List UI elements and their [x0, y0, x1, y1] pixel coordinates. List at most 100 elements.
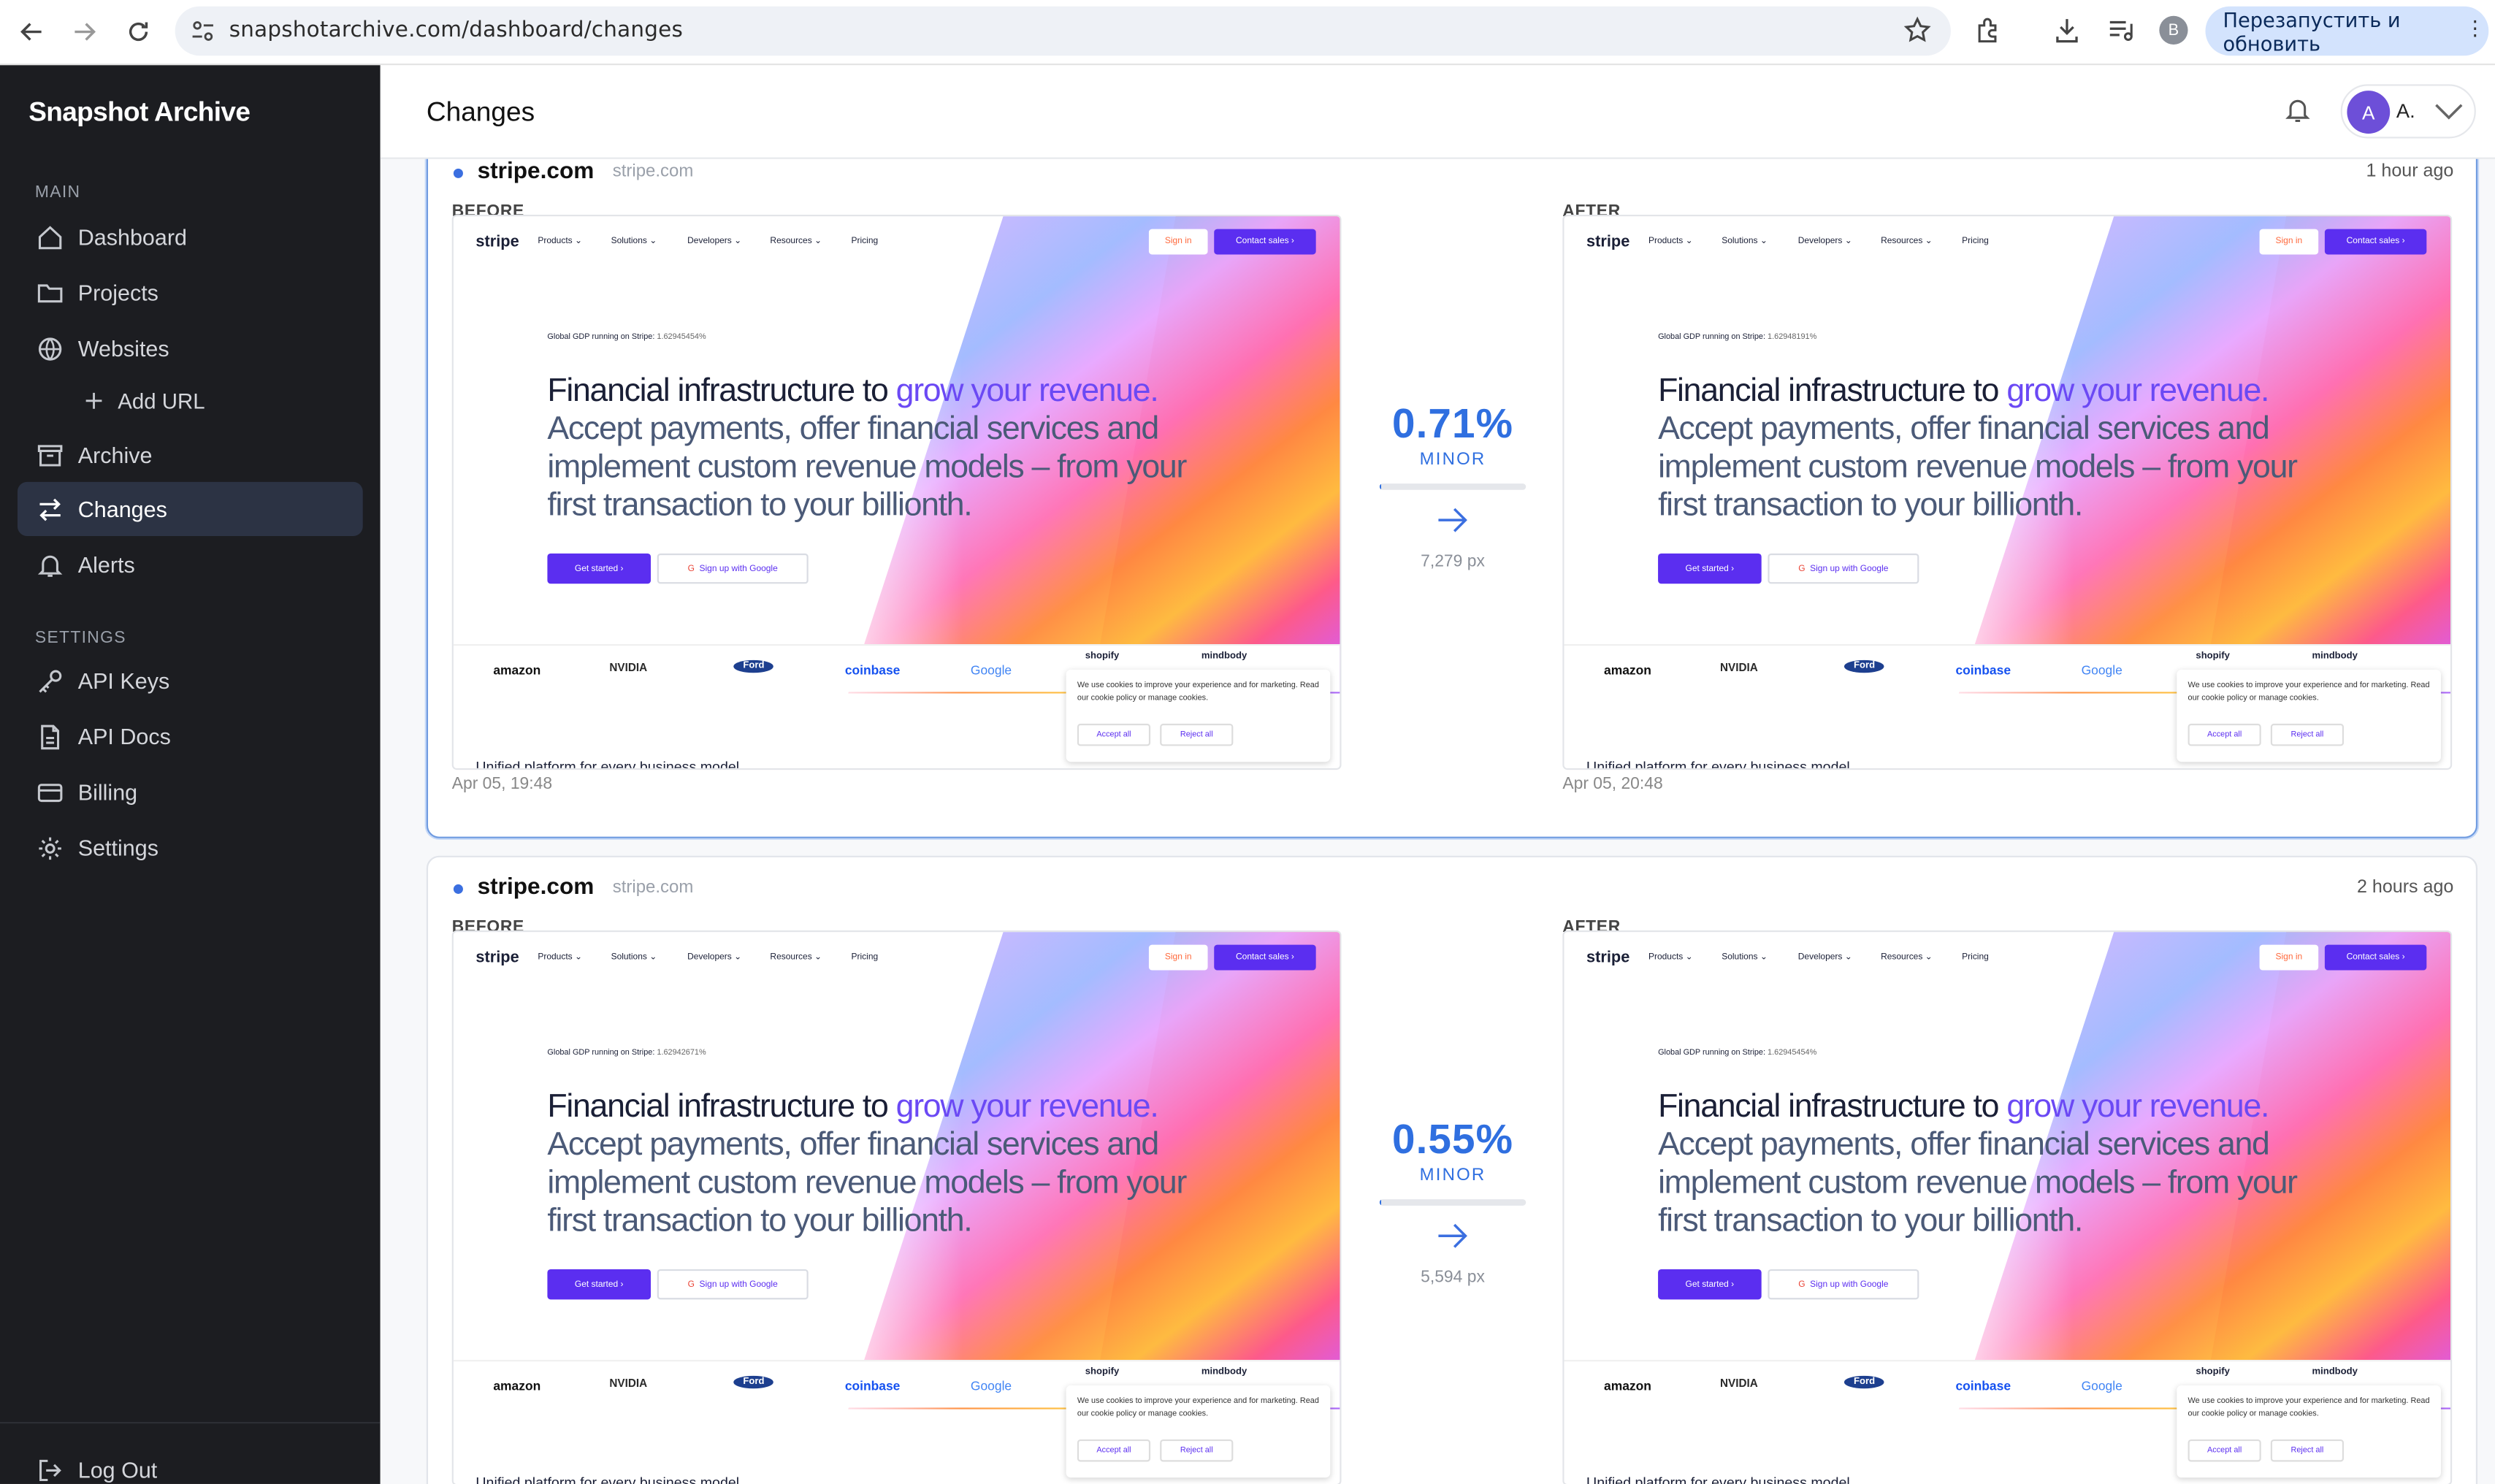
sidebar-item-api-keys[interactable]: API Keys — [18, 654, 363, 708]
diff-pixel-count: 5,594 px — [1421, 1267, 1485, 1287]
sidebar-item-changes[interactable]: Changes — [17, 481, 363, 536]
after-snapshot[interactable]: stripe Products ⌄ Solutions ⌄ Developers… — [1562, 215, 2453, 770]
stripe-contact-sales: Contact sales › — [1214, 229, 1316, 255]
browser-profile-avatar[interactable]: B — [2159, 15, 2188, 45]
sidebar-item-label: Log Out — [77, 1456, 158, 1483]
reload-icon[interactable] — [121, 15, 156, 50]
stripe-google-signup: G Sign up with Google — [1768, 1269, 1919, 1300]
logo-nvidia: NVIDIA — [1720, 663, 1758, 675]
logo-amazon: amazon — [493, 663, 541, 678]
sidebar-item-add-url[interactable]: Add URL — [18, 374, 363, 428]
sidebar-item-websites[interactable]: Websites — [18, 321, 363, 375]
logo-ford: Ford — [1843, 659, 1885, 673]
sidebar-item-dashboard[interactable]: Dashboard — [18, 210, 363, 264]
archive-icon — [35, 440, 64, 469]
section-main: MAIN — [34, 183, 81, 202]
sidebar-item-logout[interactable]: Log Out — [18, 1442, 363, 1484]
more-vert-icon[interactable]: ⋮ — [2465, 18, 2486, 42]
logo-mindbody: mindbody — [1201, 651, 1248, 662]
after-timestamp: Apr 05, 20:48 — [1562, 774, 1663, 794]
logo-coinbase: coinbase — [844, 1379, 901, 1393]
change-card[interactable]: stripe.com stripe.com 2 hours ago BEFORE… — [426, 855, 2478, 1484]
stripe-menu-item: Solutions ⌄ — [611, 952, 657, 963]
after-snapshot[interactable]: stripe Products ⌄ Solutions ⌄ Developers… — [1562, 930, 2453, 1484]
diff-progress-bar — [1379, 483, 1527, 490]
before-timestamp: Apr 05, 19:48 — [451, 774, 553, 794]
sidebar-item-label: Alerts — [77, 551, 135, 578]
notification-bell-icon[interactable] — [2283, 96, 2312, 132]
relaunch-button[interactable]: Перезапустить и обновить ⋮ — [2205, 6, 2489, 56]
stripe-menu-item: Pricing — [1962, 237, 1989, 247]
brand-logo[interactable]: Snapshot Archive — [28, 97, 251, 129]
stripe-logo: stripe — [1586, 234, 1630, 252]
gear-icon — [35, 833, 64, 862]
stripe-google-signup: G Sign up with Google — [1768, 553, 1919, 584]
logo-shopify: shopify — [2196, 1367, 2230, 1378]
logout-icon — [35, 1456, 64, 1484]
cookie-reject: Reject all — [1160, 1439, 1234, 1462]
stripe-get-started: Get started › — [1658, 1269, 1762, 1300]
stripe-signin: Sign in — [1148, 944, 1208, 971]
extensions-icon[interactable] — [1975, 16, 2003, 53]
cookie-accept: Accept all — [2188, 723, 2261, 746]
logo-google: Google — [2081, 663, 2123, 678]
back-icon[interactable] — [15, 15, 50, 50]
cookie-reject: Reject all — [1160, 723, 1234, 746]
stripe-google-signup: G Sign up with Google — [657, 1269, 809, 1300]
stripe-contact-sales: Contact sales › — [1214, 944, 1316, 971]
stripe-get-started: Get started › — [1658, 553, 1762, 584]
swap-icon — [35, 494, 64, 523]
stripe-section-heading: Unified platform for every business mode… — [1586, 1474, 1850, 1484]
download-icon[interactable] — [2052, 16, 2081, 53]
site-name[interactable]: stripe.com — [478, 159, 595, 185]
sidebar-item-label: API Keys — [77, 668, 170, 694]
bookmark-star-icon[interactable] — [1903, 16, 1932, 53]
logo-shopify: shopify — [1085, 651, 1120, 662]
cookie-accept: Accept all — [2188, 1439, 2261, 1462]
logo-coinbase: coinbase — [844, 663, 901, 678]
site-host: stripe.com — [612, 878, 694, 898]
relative-time: 2 hours ago — [2357, 878, 2454, 898]
sidebar-item-settings[interactable]: Settings — [18, 821, 363, 875]
diff-percent: 0.71% — [1391, 399, 1514, 447]
sidebar-item-projects[interactable]: Projects — [18, 266, 363, 320]
stripe-menu-item: Pricing — [851, 237, 879, 247]
stripe-headline: Financial infrastructure to grow your re… — [547, 372, 1187, 524]
sidebar-item-billing[interactable]: Billing — [18, 765, 363, 819]
site-name[interactable]: stripe.com — [478, 875, 595, 900]
before-snapshot[interactable]: stripe Products ⌄ Solutions ⌄ Developers… — [451, 930, 1342, 1484]
sidebar-item-api-docs[interactable]: API Docs — [18, 709, 363, 763]
arrow-right-icon — [1357, 508, 1548, 541]
forward-icon[interactable] — [66, 15, 102, 50]
globe-icon — [35, 334, 64, 362]
sidebar: Snapshot Archive MAIN Dashboard Projects… — [0, 65, 381, 1484]
user-menu[interactable]: A A. — [2340, 84, 2476, 139]
cookie-reject: Reject all — [2270, 723, 2345, 746]
top-header: Changes A A. — [380, 65, 2495, 159]
stripe-menu-item: Developers ⌄ — [687, 237, 742, 247]
sidebar-item-alerts[interactable]: Alerts — [18, 538, 363, 592]
sidebar-item-label: Settings — [77, 835, 158, 861]
change-card[interactable]: stripe.com stripe.com 1 hour ago BEFORE … — [426, 158, 2478, 838]
stripe-menu-item: Products ⌄ — [538, 952, 583, 963]
logo-amazon: amazon — [1603, 1379, 1651, 1393]
logo-mindbody: mindbody — [2312, 651, 2358, 662]
browser-toolbar: snapshotarchive.com/dashboard/changes B … — [0, 0, 2495, 66]
before-snapshot[interactable]: stripe Products ⌄ Solutions ⌄ Developers… — [451, 215, 1342, 770]
sidebar-item-label: Archive — [77, 442, 153, 468]
diff-level-badge: MINOR — [1419, 450, 1486, 470]
sidebar-item-label: Websites — [77, 335, 169, 362]
address-bar[interactable]: snapshotarchive.com/dashboard/changes — [175, 6, 1951, 56]
media-control-icon[interactable] — [2106, 16, 2135, 53]
avatar: A — [2347, 91, 2391, 134]
diff-percent: 0.55% — [1391, 1114, 1514, 1163]
section-settings: SETTINGS — [34, 628, 126, 648]
stripe-gdp-line: Global GDP running on Stripe: 1.62945454… — [547, 332, 706, 343]
site-host: stripe.com — [612, 162, 694, 182]
logo-nvidia: NVIDIA — [609, 1379, 648, 1391]
sidebar-item-archive[interactable]: Archive — [18, 428, 363, 482]
site-settings-icon[interactable] — [191, 19, 215, 51]
stripe-gdp-line: Global GDP running on Stripe: 1.62945454… — [1658, 1048, 1817, 1058]
logo-mindbody: mindbody — [1201, 1367, 1248, 1378]
cookie-accept: Accept all — [1077, 1439, 1151, 1462]
